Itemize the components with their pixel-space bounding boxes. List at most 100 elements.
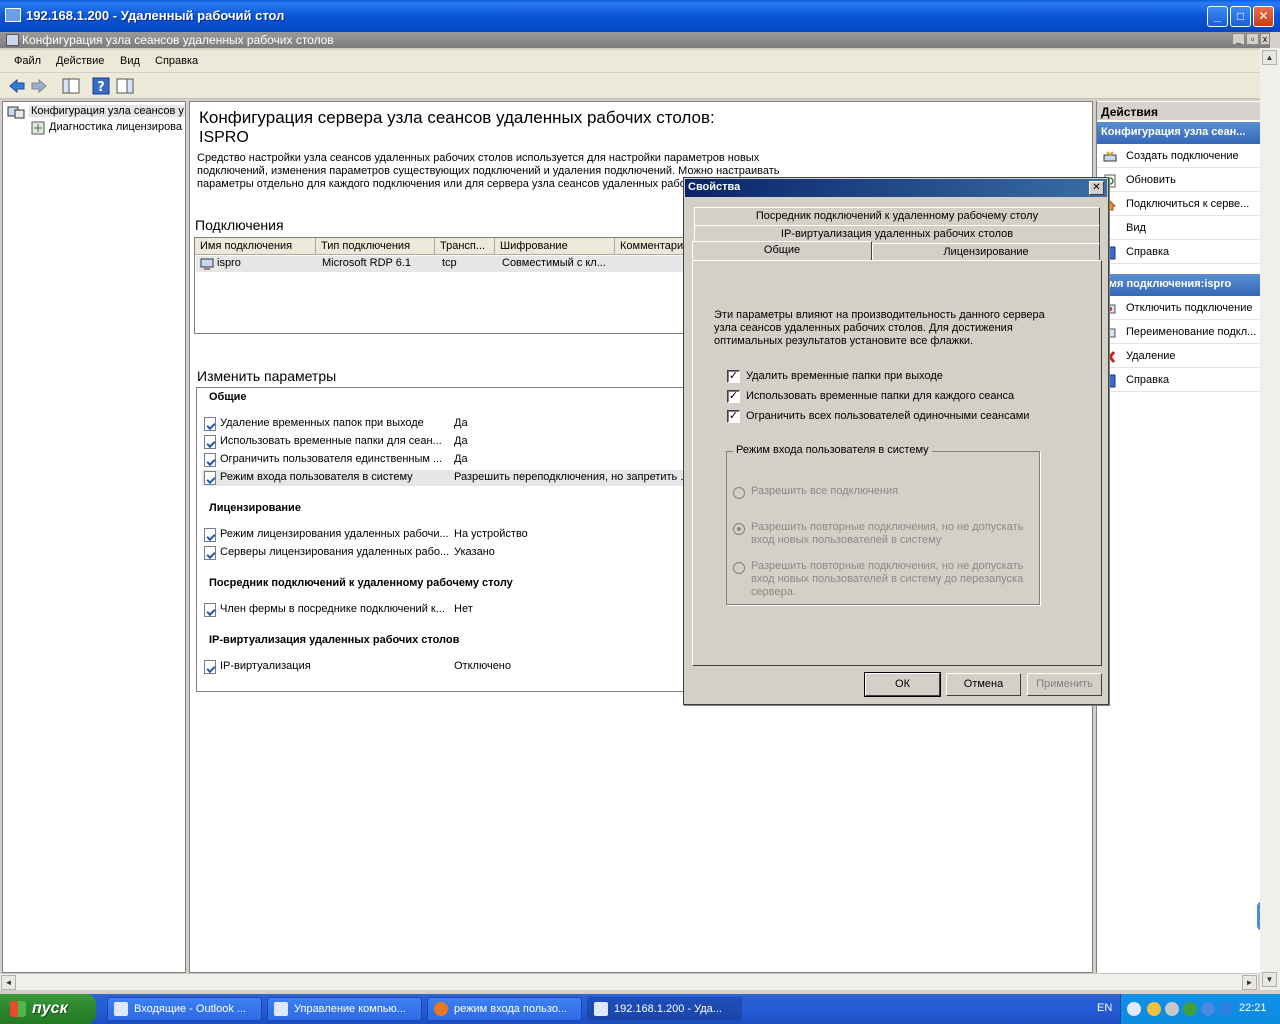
close-button[interactable]: ✕: [1253, 6, 1274, 27]
setting-icon: [204, 453, 216, 467]
checkbox-restrict-single-session[interactable]: ✓ Ограничить всех пользователей одиночным…: [727, 409, 1087, 425]
svg-text:?: ?: [97, 80, 105, 95]
tab-broker[interactable]: Посредник подключений к удаленному рабоч…: [694, 207, 1100, 225]
computer-management-icon: [274, 1002, 288, 1016]
action-help-2[interactable]: Справка: [1097, 370, 1260, 392]
action-rename-connection[interactable]: Переименование подкл...: [1097, 322, 1260, 344]
group-broker: Посредник подключений к удаленному рабоч…: [209, 577, 513, 589]
system-tray: 22:21: [1120, 994, 1280, 1024]
remote-desktop-icon: [5, 8, 21, 22]
radio-icon: [733, 487, 745, 499]
horizontal-scrollbar[interactable]: ◄ ►: [0, 973, 1258, 990]
language-indicator[interactable]: EN: [1097, 1002, 1112, 1014]
scroll-left-arrow-icon[interactable]: ◄: [1, 975, 16, 990]
group-ip-virtualization: IP-виртуализация удаленных рабочих столо…: [209, 634, 460, 646]
menu-view[interactable]: Вид: [120, 55, 140, 67]
taskbar: пуск Входящие - Outlook ... Управление к…: [0, 994, 1280, 1024]
checkbox-delete-temp-folders[interactable]: ✓ Удалить временные папки при выходе: [727, 369, 1087, 385]
setting-icon: [204, 603, 216, 617]
action-create-connection[interactable]: Создать подключение: [1097, 146, 1260, 168]
tab-licensing[interactable]: Лицензирование: [872, 243, 1100, 261]
server-config-icon: [7, 106, 25, 119]
help-icon[interactable]: ?: [92, 77, 110, 95]
menu-file[interactable]: Файл: [14, 55, 41, 67]
col-name[interactable]: Имя подключения: [195, 238, 316, 255]
task-firefox[interactable]: режим входа пользо...: [427, 997, 582, 1021]
task-computer-management[interactable]: Управление компью...: [267, 997, 422, 1021]
edit-settings-heading: Изменить параметры: [197, 368, 337, 384]
checkmark-icon: ✓: [727, 410, 740, 423]
task-outlook[interactable]: Входящие - Outlook ...: [107, 997, 262, 1021]
cancel-button[interactable]: Отмена: [946, 673, 1021, 696]
actions-section-server[interactable]: Конфигурация узла сеан...: [1097, 122, 1260, 144]
volume-icon[interactable]: [1165, 1002, 1179, 1016]
setting-icon: [204, 417, 216, 431]
menu-action[interactable]: Действие: [56, 55, 104, 67]
tray-status-icon[interactable]: [1183, 1002, 1197, 1016]
network-icon[interactable]: [1201, 1002, 1215, 1016]
scroll-right-arrow-icon[interactable]: ►: [1242, 975, 1257, 990]
tray-messenger-icon[interactable]: [1147, 1002, 1161, 1016]
col-encryption[interactable]: Шифрование: [495, 238, 615, 255]
diagnostics-icon: [31, 121, 45, 135]
properties-dialog: Свойства ✕ Посредник подключений к удале…: [683, 177, 1109, 705]
mmc-close-button[interactable]: x: [1260, 33, 1270, 45]
actions-pane: Действия Конфигурация узла сеан... Созда…: [1096, 101, 1260, 973]
action-help[interactable]: Справка: [1097, 242, 1260, 264]
back-arrow-icon[interactable]: [8, 77, 26, 95]
maximize-button[interactable]: □: [1230, 6, 1251, 27]
console-tree: Конфигурация узла сеансов у Диагностика …: [2, 101, 186, 973]
col-type[interactable]: Тип подключения: [316, 238, 435, 255]
actions-section-connection[interactable]: Имя подключения:ispro: [1097, 274, 1260, 296]
server-name: ISPRO: [199, 129, 249, 146]
mmc-titlebar: Конфигурация узла сеансов удаленных рабо…: [0, 32, 1270, 48]
col-transport[interactable]: Трансп...: [435, 238, 495, 255]
menu-help[interactable]: Справка: [155, 55, 198, 67]
actions-header: Действия: [1097, 102, 1260, 120]
setting-icon: [204, 471, 216, 485]
connection-icon: [200, 258, 214, 270]
checkmark-icon: ✓: [727, 370, 740, 383]
tree-root[interactable]: Конфигурация узла сеансов у: [29, 105, 185, 117]
outlook-icon: [114, 1002, 128, 1016]
mmc-restore-button[interactable]: ▫: [1246, 33, 1259, 45]
scroll-down-arrow-icon[interactable]: ▼: [1262, 972, 1277, 987]
start-button[interactable]: пуск: [0, 994, 96, 1024]
menu-bar: Файл Действие Вид Справка: [0, 50, 1260, 72]
firefox-icon: [434, 1002, 448, 1016]
show-hide-action-pane-icon[interactable]: [116, 77, 134, 95]
action-connect-server[interactable]: Подключиться к серве...: [1097, 194, 1260, 216]
tab-general[interactable]: Общие: [692, 241, 872, 261]
radio-selected-icon: [733, 523, 745, 535]
task-remote-desktop[interactable]: 192.168.1.200 - Уда...: [587, 997, 742, 1021]
mmc-minimize-button[interactable]: _: [1232, 33, 1245, 45]
action-disable-connection[interactable]: Отключить подключение: [1097, 298, 1260, 320]
action-view[interactable]: Вид: [1097, 218, 1260, 240]
group-licensing: Лицензирование: [209, 502, 301, 514]
forward-arrow-icon[interactable]: [30, 77, 48, 95]
create-connection-icon: [1103, 151, 1117, 162]
toolbar: ?: [0, 73, 1260, 99]
dialog-close-icon[interactable]: ✕: [1089, 181, 1104, 195]
checkbox-use-temp-folders[interactable]: ✓ Использовать временные папки для каждог…: [727, 389, 1087, 405]
mmc-title: Конфигурация узла сеансов удаленных рабо…: [22, 33, 334, 47]
mmc-icon: [6, 34, 19, 46]
windows-flag-icon: [10, 1001, 26, 1017]
apply-button[interactable]: Применить: [1027, 673, 1102, 696]
teamviewer-tray-icon[interactable]: [1219, 1002, 1233, 1016]
logon-mode-legend: Режим входа пользователя в систему: [733, 444, 932, 456]
tree-licensing-diagnostics[interactable]: Диагностика лицензирова: [49, 121, 182, 133]
minimize-button[interactable]: _: [1207, 6, 1228, 27]
action-delete[interactable]: Удаление: [1097, 346, 1260, 368]
checkmark-icon: ✓: [727, 390, 740, 403]
action-refresh[interactable]: Обновить: [1097, 170, 1260, 192]
ok-button[interactable]: ОК: [864, 672, 941, 697]
tray-expand-icon[interactable]: [1127, 1002, 1141, 1016]
dialog-titlebar[interactable]: Свойства ✕: [685, 179, 1107, 197]
setting-icon: [204, 528, 216, 542]
scroll-up-arrow-icon[interactable]: ▲: [1262, 50, 1277, 65]
show-hide-tree-icon[interactable]: [62, 77, 80, 95]
remote-desktop-titlebar[interactable]: 192.168.1.200 - Удаленный рабочий стол _…: [0, 0, 1280, 32]
clock[interactable]: 22:21: [1239, 1002, 1267, 1014]
vertical-scrollbar[interactable]: ▲ ▼: [1260, 48, 1280, 990]
